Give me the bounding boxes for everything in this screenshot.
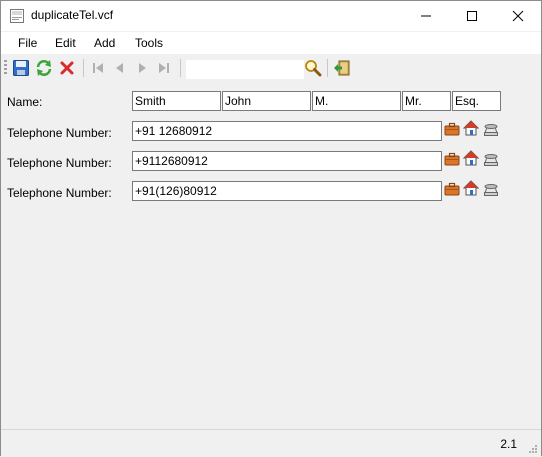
work-briefcase-icon[interactable] bbox=[444, 181, 460, 197]
telephone-field[interactable] bbox=[132, 151, 442, 171]
first-name-field[interactable] bbox=[222, 91, 311, 111]
app-window: duplicateTel.vcf File Edit Add Tools Nam… bbox=[0, 0, 542, 456]
version-label: 2.1 bbox=[500, 437, 517, 451]
minimize-icon bbox=[421, 15, 431, 17]
previous-record-icon bbox=[116, 63, 123, 73]
home-icon[interactable] bbox=[462, 180, 480, 196]
menu-edit[interactable]: Edit bbox=[55, 36, 76, 50]
delete-icon bbox=[60, 61, 74, 75]
window-title: duplicateTel.vcf bbox=[31, 8, 114, 22]
menu-bar: File Edit Add Tools bbox=[1, 32, 541, 54]
suffix-field[interactable] bbox=[452, 91, 501, 111]
prefix-field[interactable] bbox=[402, 91, 451, 111]
first-record-icon bbox=[93, 63, 103, 73]
name-label: Name: bbox=[7, 95, 43, 109]
resize-grip-icon[interactable] bbox=[528, 443, 538, 453]
phone-icon[interactable] bbox=[483, 122, 499, 138]
status-bar: 2.1 bbox=[1, 429, 541, 456]
telephone-label: Telephone Number: bbox=[7, 126, 112, 140]
telephone-field[interactable] bbox=[132, 181, 442, 201]
menu-add[interactable]: Add bbox=[94, 36, 115, 50]
next-record-button[interactable] bbox=[133, 59, 151, 77]
phone-icon[interactable] bbox=[483, 152, 499, 168]
refresh-icon bbox=[36, 60, 52, 76]
last-record-icon bbox=[159, 63, 169, 73]
menu-tools[interactable]: Tools bbox=[135, 36, 163, 50]
minimize-button[interactable] bbox=[403, 1, 449, 31]
close-button[interactable] bbox=[495, 1, 541, 31]
menu-file[interactable]: File bbox=[18, 36, 37, 50]
work-briefcase-icon[interactable] bbox=[444, 121, 460, 137]
telephone-label: Telephone Number: bbox=[7, 156, 112, 170]
maximize-button[interactable] bbox=[449, 1, 495, 31]
toolbar-grip[interactable] bbox=[4, 60, 7, 76]
delete-button[interactable] bbox=[58, 59, 76, 77]
last-record-button[interactable] bbox=[155, 59, 173, 77]
home-icon[interactable] bbox=[462, 150, 480, 166]
middle-name-field[interactable] bbox=[312, 91, 401, 111]
toolbar-separator bbox=[327, 59, 328, 77]
phone-icon[interactable] bbox=[483, 182, 499, 198]
title-bar: duplicateTel.vcf bbox=[1, 1, 541, 31]
home-icon[interactable] bbox=[462, 120, 480, 136]
next-record-icon bbox=[139, 63, 146, 73]
maximize-icon bbox=[467, 11, 477, 21]
last-name-field[interactable] bbox=[132, 91, 221, 111]
close-icon bbox=[512, 10, 524, 22]
app-icon bbox=[10, 9, 24, 23]
search-button[interactable] bbox=[304, 59, 322, 77]
previous-record-button[interactable] bbox=[111, 59, 129, 77]
search-icon bbox=[305, 60, 322, 77]
save-icon bbox=[13, 60, 29, 76]
toolbar bbox=[1, 55, 541, 81]
exit-icon bbox=[334, 60, 350, 76]
toolbar-separator bbox=[83, 59, 84, 77]
save-button[interactable] bbox=[12, 59, 30, 77]
first-record-button[interactable] bbox=[89, 59, 107, 77]
telephone-label: Telephone Number: bbox=[7, 186, 112, 200]
telephone-field[interactable] bbox=[132, 121, 442, 141]
toolbar-separator bbox=[180, 59, 181, 77]
exit-button[interactable] bbox=[333, 59, 351, 77]
refresh-button[interactable] bbox=[35, 59, 53, 77]
toolbar-search-input[interactable] bbox=[185, 59, 305, 80]
work-briefcase-icon[interactable] bbox=[444, 151, 460, 167]
